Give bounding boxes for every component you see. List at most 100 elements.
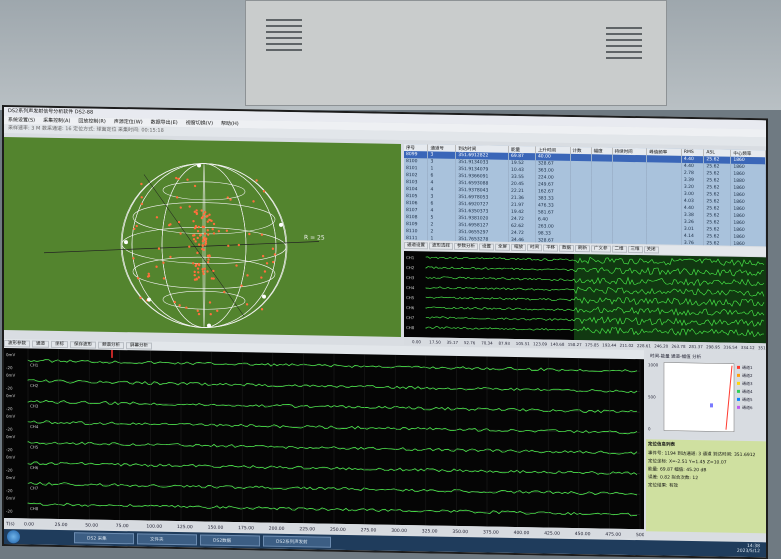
event-point (198, 313, 200, 315)
toolbar-button[interactable]: 缩放 (511, 244, 526, 251)
tick-label: 225.00 (299, 526, 315, 532)
table-header[interactable]: 峰值频率 (647, 148, 682, 156)
event-point (136, 225, 138, 227)
legend-label: 通道4 (742, 388, 753, 394)
taskbar-button[interactable]: DS2 采集 (74, 532, 134, 544)
toolbar-button[interactable]: 时间 (527, 244, 542, 251)
toolbar-button[interactable]: 关闭 (644, 246, 659, 253)
event-point (207, 261, 209, 263)
tick-label: 87.93 (499, 341, 511, 346)
tick-label: 17.50 (429, 339, 441, 344)
event-point (196, 252, 198, 254)
tick-label: 25.00 (55, 522, 68, 528)
tick-label: 350.00 (452, 529, 468, 535)
waveform-detail-plot: 0mV-20CH10mV-20CH20mV-20CH30mV-20CH40mV-… (4, 348, 644, 529)
toolbar-button[interactable]: 平移 (543, 244, 558, 251)
tick-label: 123.09 (533, 341, 547, 346)
event-point (238, 244, 240, 246)
toolbar-button[interactable]: 波形选择 (429, 242, 453, 249)
parameter-table[interactable]: 序号通道号到达时间能量上升时间计数幅度持续时间峰值频率RMSASL中心频率 80… (404, 144, 766, 246)
tick-label: 70.34 (481, 340, 493, 345)
y-tick: -20 (6, 365, 13, 370)
taskbar-button[interactable]: DS2数据 (200, 534, 260, 546)
table-header[interactable]: 中心频率 (731, 150, 766, 158)
menu-item[interactable]: 系统设置(S) (8, 117, 35, 123)
tick-label: 246.20 (654, 343, 668, 348)
toolbar-button[interactable]: 通道 (32, 341, 49, 348)
toolbar-button[interactable]: 广义参 (591, 245, 611, 252)
event-point (201, 268, 203, 270)
y-tick: -20 (6, 468, 13, 473)
menu-item[interactable]: 采集控制(A) (43, 118, 70, 124)
toolbar-button[interactable]: 刷新 (575, 245, 590, 252)
toolbar-button[interactable]: 设置 (479, 243, 494, 250)
table-header[interactable]: 计数 (570, 147, 591, 154)
y-tick: 0mV (6, 496, 15, 501)
y-tick: 0mV (6, 455, 15, 460)
event-point (180, 206, 182, 208)
channel-label: CH7 (30, 485, 39, 490)
channel-label: CH3 (406, 275, 415, 280)
event-point (198, 226, 200, 228)
menu-item[interactable]: 声源定位(W) (114, 119, 143, 126)
event-point (194, 185, 196, 187)
toolbar-button[interactable]: 坐标 (51, 341, 68, 348)
y-tick: -20 (6, 386, 13, 391)
event-point (141, 196, 143, 198)
waveform-overview[interactable]: CH1CH2CH3CH4CH5CH6CH7CH8 (404, 251, 766, 343)
menu-item[interactable]: 视窗切换(V) (186, 120, 213, 126)
channel-label: CH2 (30, 383, 39, 388)
toolbar-button[interactable]: 数据 (559, 245, 574, 252)
table-header[interactable]: 上升时间 (535, 146, 570, 154)
event-point (175, 177, 177, 179)
toolbar-button[interactable]: 保存波形 (70, 341, 96, 348)
info-line: 定位坐标: X=-2.51 Y=1.45 Z=10.07 (648, 458, 764, 466)
channel-label: CH5 (406, 295, 415, 300)
legend-swatch (737, 366, 740, 369)
taskbar-button[interactable]: DS2系列声发射 (263, 536, 331, 548)
event-point (207, 220, 209, 222)
event-point (208, 213, 210, 215)
event-point (201, 209, 203, 211)
event-point (235, 264, 237, 266)
energy-chart[interactable]: 时间-能量 通道-幅值 分析10005000通道1通道2通道3通道4通道5通道6 (646, 350, 766, 440)
event-point (133, 228, 135, 230)
event-point (252, 200, 254, 202)
toolbar-button[interactable]: 波形参数 (4, 340, 30, 347)
table-header[interactable]: 通道号 (428, 144, 456, 151)
tick-label: 50.00 (85, 522, 98, 528)
menu-item[interactable]: 帮助(H) (221, 121, 239, 127)
table-header[interactable]: 持续时间 (612, 148, 647, 156)
table-header[interactable]: 幅度 (591, 147, 612, 154)
tick-label: 100.00 (146, 524, 162, 530)
waveform-detail[interactable]: 0mV-20CH10mV-20CH20mV-20CH30mV-20CH40mV-… (4, 348, 644, 529)
location-3d-view[interactable]: R = 25 (4, 137, 401, 337)
chart-title: 时间-能量 通道-幅值 分析 (650, 352, 702, 360)
event-point (186, 178, 188, 180)
toolbar-button[interactable]: 二维 (612, 246, 627, 253)
tick-label: 150.00 (208, 525, 224, 531)
toolbar-button[interactable]: 通道设置 (404, 242, 428, 249)
toolbar-button[interactable]: 全屏 (495, 244, 510, 251)
event-point (148, 273, 150, 275)
event-point (202, 270, 204, 272)
taskbar-button[interactable]: 文件夹 (137, 533, 197, 545)
event-point (229, 198, 231, 200)
channel-label: CH6 (30, 465, 39, 470)
event-point (137, 277, 139, 279)
toolbar-button[interactable]: 频谱分析 (98, 342, 124, 349)
start-button[interactable] (7, 530, 20, 543)
y-tick: 0mV (6, 373, 15, 378)
toolbar-button[interactable]: 三维 (628, 246, 643, 253)
toolbar-button[interactable]: 屏幕分析 (126, 342, 152, 349)
tick-label: 211.02 (620, 343, 634, 348)
menu-item[interactable]: 回放控制(R) (78, 118, 105, 124)
toolbar-button[interactable]: 参数分析 (454, 243, 478, 250)
tick-label: 500.00 (636, 532, 644, 538)
menu-item[interactable]: 数据导出(E) (151, 120, 178, 126)
background-cabinet (245, 0, 667, 106)
event-point (176, 196, 178, 198)
info-line: 定位结果: 有效 (648, 482, 764, 490)
event-point (198, 276, 200, 278)
legend-swatch (737, 382, 740, 385)
